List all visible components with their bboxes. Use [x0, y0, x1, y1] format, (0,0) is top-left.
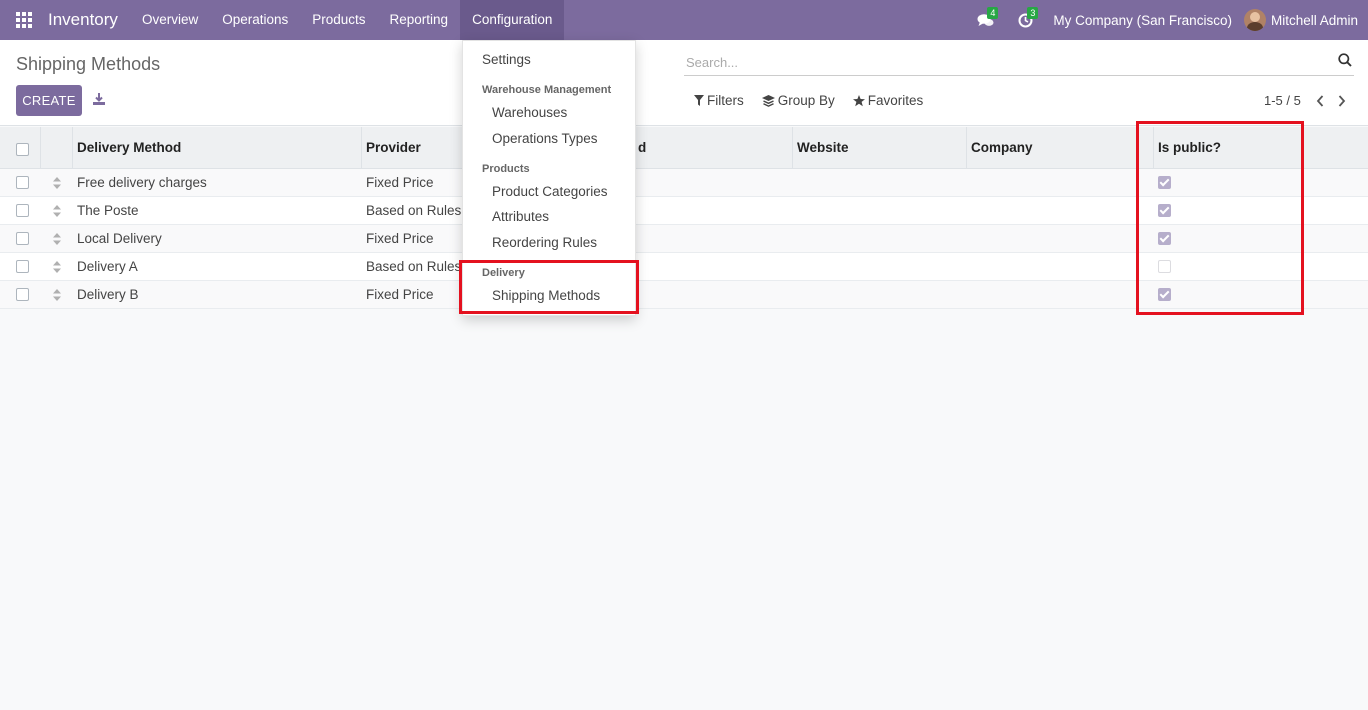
provider-cell: Based on Rules — [366, 259, 462, 274]
pager-next-button[interactable] — [1331, 94, 1353, 108]
section-warehouse-management: Warehouse Management — [482, 84, 612, 96]
delivery-method-cell: Delivery B — [77, 287, 139, 302]
highlight-is-public-column — [1136, 121, 1304, 315]
search-input[interactable] — [686, 52, 1306, 72]
header-delivery-method[interactable]: Delivery Method — [77, 127, 181, 169]
header-company[interactable]: Company — [971, 127, 1033, 169]
search-options: Filters Group By Favorites — [694, 93, 941, 108]
pager: 1-5 / 5 — [1264, 93, 1353, 108]
download-icon[interactable] — [93, 93, 105, 105]
filter-icon — [694, 95, 704, 106]
apps-menu-icon[interactable] — [0, 0, 48, 40]
select-all-checkbox[interactable] — [16, 143, 29, 156]
pager-previous-button[interactable] — [1309, 94, 1331, 108]
menu-product-categories[interactable]: Product Categories — [492, 184, 608, 199]
provider-cell: Fixed Price — [366, 287, 434, 302]
delivery-method-cell: The Poste — [77, 203, 139, 218]
favorites-label: Favorites — [867, 93, 924, 108]
menu-warehouses[interactable]: Warehouses — [492, 105, 567, 120]
row-checkbox[interactable] — [16, 204, 29, 217]
activities-button[interactable]: 3 — [1005, 0, 1045, 40]
drag-handle-icon[interactable] — [53, 289, 61, 301]
header-provider[interactable]: Provider — [366, 127, 421, 169]
delivery-method-cell: Free delivery charges — [77, 175, 207, 190]
activities-count-badge: 3 — [1027, 7, 1039, 19]
user-name: Mitchell Admin — [1270, 12, 1358, 28]
chevron-right-icon — [1338, 94, 1346, 107]
menu-products[interactable]: Products — [300, 0, 377, 40]
delivery-method-cell: Local Delivery — [77, 231, 162, 246]
page-title: Shipping Methods — [16, 54, 161, 74]
menu-operations[interactable]: Operations — [210, 0, 300, 40]
layers-icon — [761, 94, 775, 107]
company-switcher[interactable]: My Company (San Francisco) — [1045, 13, 1244, 28]
row-checkbox[interactable] — [16, 260, 29, 273]
control-panel: Shipping Methods CREATE Filters Group By — [0, 40, 1368, 126]
drag-handle-icon[interactable] — [53, 261, 61, 273]
group-by-button[interactable]: Group By — [761, 93, 835, 108]
group-by-label: Group By — [777, 93, 835, 108]
filters-button[interactable]: Filters — [694, 93, 744, 108]
menu-attributes[interactable]: Attributes — [492, 209, 549, 224]
provider-cell: Based on Rules — [366, 203, 462, 218]
avatar — [1243, 9, 1266, 31]
section-products: Products — [482, 163, 530, 175]
chevron-left-icon — [1316, 94, 1324, 107]
header-website[interactable]: Website — [797, 127, 849, 169]
drag-handle-icon[interactable] — [53, 205, 61, 217]
drag-handle-icon[interactable] — [53, 233, 61, 245]
menu-reporting[interactable]: Reporting — [378, 0, 461, 40]
menu-reordering-rules[interactable]: Reordering Rules — [492, 235, 597, 250]
search-bar — [684, 50, 1354, 76]
provider-cell: Fixed Price — [366, 231, 434, 246]
star-icon — [852, 94, 865, 106]
row-checkbox[interactable] — [16, 176, 29, 189]
menu-overview[interactable]: Overview — [130, 0, 210, 40]
messages-count-badge: 4 — [987, 7, 999, 19]
row-checkbox[interactable] — [16, 288, 29, 301]
highlight-shipping-methods — [459, 260, 639, 314]
search-icon[interactable] — [1338, 53, 1352, 67]
menu-operation-types[interactable]: Operations Types — [492, 131, 598, 146]
header-partial-column[interactable]: d — [638, 127, 646, 169]
delivery-method-cell: Delivery A — [77, 259, 138, 274]
messages-button[interactable]: 4 — [965, 0, 1005, 40]
row-checkbox[interactable] — [16, 232, 29, 245]
filters-label: Filters — [707, 93, 744, 108]
create-button[interactable]: CREATE — [16, 85, 82, 116]
favorites-button[interactable]: Favorites — [852, 93, 924, 108]
user-menu[interactable]: Mitchell Admin — [1243, 9, 1368, 31]
provider-cell: Fixed Price — [366, 175, 434, 190]
menu-configuration[interactable]: Configuration — [460, 0, 565, 40]
top-navbar: Inventory Overview Operations Products R… — [0, 0, 1368, 40]
app-name[interactable]: Inventory — [48, 10, 118, 30]
menu-settings[interactable]: Settings — [482, 52, 531, 67]
drag-handle-icon[interactable] — [53, 177, 61, 189]
pager-value[interactable]: 1-5 / 5 — [1264, 93, 1301, 108]
